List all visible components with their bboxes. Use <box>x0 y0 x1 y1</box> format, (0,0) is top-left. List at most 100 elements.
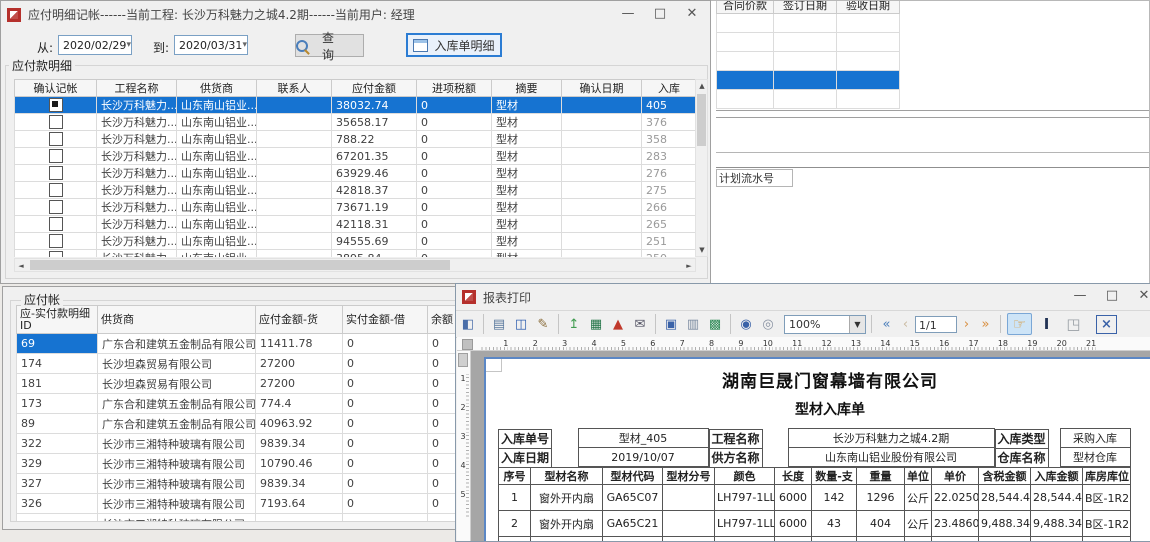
confirm-checkbox[interactable] <box>49 149 63 163</box>
from-date-combo[interactable]: 2020/02/29 ▾ <box>58 35 132 55</box>
account-row[interactable]: 327 长沙市三湘特种玻璃有限公司 9839.34 0 0 <box>17 474 471 494</box>
contract-row[interactable] <box>717 14 900 33</box>
title-bar[interactable]: 报表打印 <box>456 284 1150 310</box>
title-bar[interactable]: 应付明细记帐------当前工程: 长沙万科魅力之城4.2期------当前用户… <box>1 1 710 28</box>
payable-row[interactable]: 长沙万科魅力... 山东南山铝业... 35658.17 0 型材 376 <box>15 114 697 131</box>
confirm-checkbox[interactable] <box>49 132 63 146</box>
plan-serial-field[interactable]: 计划流水号 <box>716 169 793 187</box>
ruler-number: 18 <box>979 339 1008 350</box>
minimize-button[interactable]: — <box>1064 285 1096 307</box>
cell-supplier: 广东合和建筑五金制品有限公司 <box>98 414 256 434</box>
confirm-checkbox[interactable] <box>49 217 63 231</box>
confirm-checkbox[interactable] <box>49 115 63 129</box>
cell-stock-no: 266 <box>642 199 697 216</box>
export-file-icon[interactable]: ↥ <box>558 314 585 334</box>
account-row[interactable]: 329 长沙市三湘特种玻璃有限公司 10790.46 0 0 <box>17 454 471 474</box>
payable-row[interactable]: 长沙万科魅力... 山东南山铝业... 67201.35 0 型材 283 <box>15 148 697 165</box>
window-icon <box>413 39 428 52</box>
contract-row[interactable] <box>717 33 900 52</box>
payable-row[interactable]: 长沙万科魅力... 山东南山铝业... 73671.19 0 型材 266 <box>15 199 697 216</box>
payable-row[interactable]: 长沙万科魅力... 山东南山铝业... 42818.37 0 型材 275 <box>15 182 697 199</box>
chevron-down-icon[interactable]: ▾ <box>126 40 131 50</box>
minimize-button[interactable]: — <box>612 3 644 25</box>
contract-row[interactable] <box>717 71 900 90</box>
account-row[interactable]: 326 长沙市三湘特种玻璃有限公司 7193.64 0 0 <box>17 494 471 514</box>
payable-row[interactable]: 长沙万科魅力... 山东南山铝业... 42118.31 0 型材 265 <box>15 216 697 233</box>
zoom-select[interactable]: 100% ▼ <box>784 315 866 334</box>
page-setup-book-icon[interactable]: ◫ <box>510 314 532 334</box>
first-page-icon[interactable]: « <box>877 316 896 332</box>
cell-location <box>1083 537 1131 542</box>
cell-confirm-date <box>562 216 642 233</box>
cell-price: 22.0250 <box>932 485 979 511</box>
contract-row[interactable] <box>717 90 900 109</box>
page-number-box[interactable]: 1/1 <box>915 316 957 333</box>
contract-table[interactable]: 合同价款签订日期验收日期 <box>716 0 900 109</box>
next-page-icon[interactable]: › <box>957 316 976 332</box>
payable-row[interactable]: 长沙万科魅力... 山东南山铝业... 38032.74 0 型材 405 <box>15 97 697 114</box>
payable-row[interactable]: 长沙万科魅力... 山东南山铝业... 63929.46 0 型材 276 <box>15 165 697 182</box>
close-button[interactable]: ✕ <box>1128 285 1150 307</box>
confirm-checkbox[interactable] <box>49 166 63 180</box>
document-icon[interactable]: ▥ <box>682 314 704 334</box>
receipt-detail-button[interactable]: 入库单明细 <box>406 33 502 57</box>
vertical-scrollbar[interactable]: ▲ ▼ <box>695 79 708 257</box>
detail-row: 2 窗外开内扇 GA65C21 LH797-1LL 6000 43 404 公斤… <box>499 511 1131 537</box>
account-row[interactable]: 69 广东合和建筑五金制品有限公司 11411.78 0 0 <box>17 334 471 354</box>
confirm-checkbox[interactable] <box>49 251 63 257</box>
maximize-button[interactable]: □ <box>1096 285 1128 307</box>
confirm-checkbox[interactable] <box>49 234 63 248</box>
export-panel-icon[interactable]: ◧ <box>457 314 479 334</box>
cell-sign-date <box>774 14 837 33</box>
confirm-checkbox[interactable] <box>49 200 63 214</box>
scroll-right-icon[interactable]: ► <box>683 260 695 272</box>
close-preview-icon[interactable]: × <box>1096 315 1117 334</box>
cell-sign-date <box>774 71 837 90</box>
horizontal-scrollbar[interactable]: ◄ ► <box>14 258 696 272</box>
scroll-down-icon[interactable]: ▼ <box>696 244 708 256</box>
payable-account-table[interactable]: 应-实付款明细ID供货商应付金额-货实付金额-借余额 69 广东合和建筑五金制品… <box>16 305 470 522</box>
scroll-up-icon[interactable]: ▲ <box>696 80 708 92</box>
cell-paid-amount <box>343 514 428 523</box>
zoom-in-icon[interactable]: ◉ <box>730 314 757 334</box>
cell-contact <box>257 199 332 216</box>
hand-tool-icon[interactable]: ☞ <box>1007 313 1032 335</box>
save-icon[interactable]: ▣ <box>655 314 682 334</box>
cell-supplier: 长沙市三湘特种玻璃有限公司 <box>98 434 256 454</box>
confirm-checkbox[interactable] <box>49 183 63 197</box>
text-select-icon[interactable]: I <box>1034 313 1059 335</box>
print-icon[interactable]: ▤ <box>483 314 510 334</box>
account-row[interactable]: 89 广东合和建筑五金制品有限公司 40963.92 0 0 <box>17 414 471 434</box>
design-tools-icon[interactable]: ✎ <box>532 314 554 334</box>
account-row[interactable]: 174 长沙坦森贸易有限公司 27200 0 0 <box>17 354 471 374</box>
confirm-checkbox[interactable] <box>49 98 63 112</box>
close-button[interactable]: ✕ <box>676 3 708 25</box>
last-page-icon[interactable]: » <box>976 316 995 332</box>
account-row[interactable]: 173 广东合和建筑五金制品有限公司 774.4 0 0 <box>17 394 471 414</box>
cell-in-amount: 28,544.40 <box>1031 485 1083 511</box>
chevron-down-icon[interactable]: ▾ <box>242 40 247 50</box>
account-row[interactable]: 长沙市三湘特种玻璃有限公司 <box>17 514 471 523</box>
excel-export-icon[interactable]: ▦ <box>585 314 607 334</box>
scroll-left-icon[interactable]: ◄ <box>15 260 27 272</box>
preview-area[interactable]: 12345 湖南巨晟门窗幕墙有限公司 型材入库单 入库单号 型材_405 工程名… <box>457 351 1150 541</box>
payable-row[interactable]: 长沙万科魅力... 山东南山铝业... 788.22 0 型材 358 <box>15 131 697 148</box>
account-row[interactable]: 322 长沙市三湘特种玻璃有限公司 9839.34 0 0 <box>17 434 471 454</box>
cell-supplier: 长沙市三湘特种玻璃有限公司 <box>98 454 256 474</box>
to-date-combo[interactable]: 2020/03/31 ▾ <box>174 35 248 55</box>
account-row[interactable]: 181 长沙坦森贸易有限公司 27200 0 0 <box>17 374 471 394</box>
prev-page-icon[interactable]: ‹ <box>896 316 915 332</box>
contract-row[interactable] <box>717 52 900 71</box>
mail-export-icon[interactable]: ✉ <box>629 314 651 334</box>
cell-confirm-date <box>562 233 642 250</box>
zoom-out-icon[interactable]: ◎ <box>757 314 779 334</box>
payable-row[interactable]: 长沙万科魅力... 山东南山铝业... 94555.69 0 型材 251 <box>15 233 697 250</box>
payable-detail-table[interactable]: 确认记帐工程名称供货商联系人应付金额进项税额摘要确认日期入库 长沙万科魅力...… <box>14 79 696 257</box>
maximize-button[interactable]: □ <box>644 3 676 25</box>
media-export-icon[interactable]: ▩ <box>704 314 726 334</box>
chevron-down-icon[interactable]: ▼ <box>849 316 865 333</box>
payable-row[interactable]: 长沙万科魅力... 山东南山铝业... 3895.84 0 型材 250 <box>15 250 697 258</box>
copy-icon[interactable]: ◳ <box>1061 313 1086 335</box>
query-button[interactable]: 查 询 <box>295 34 364 57</box>
pdf-export-icon[interactable]: ▲ <box>607 314 629 334</box>
